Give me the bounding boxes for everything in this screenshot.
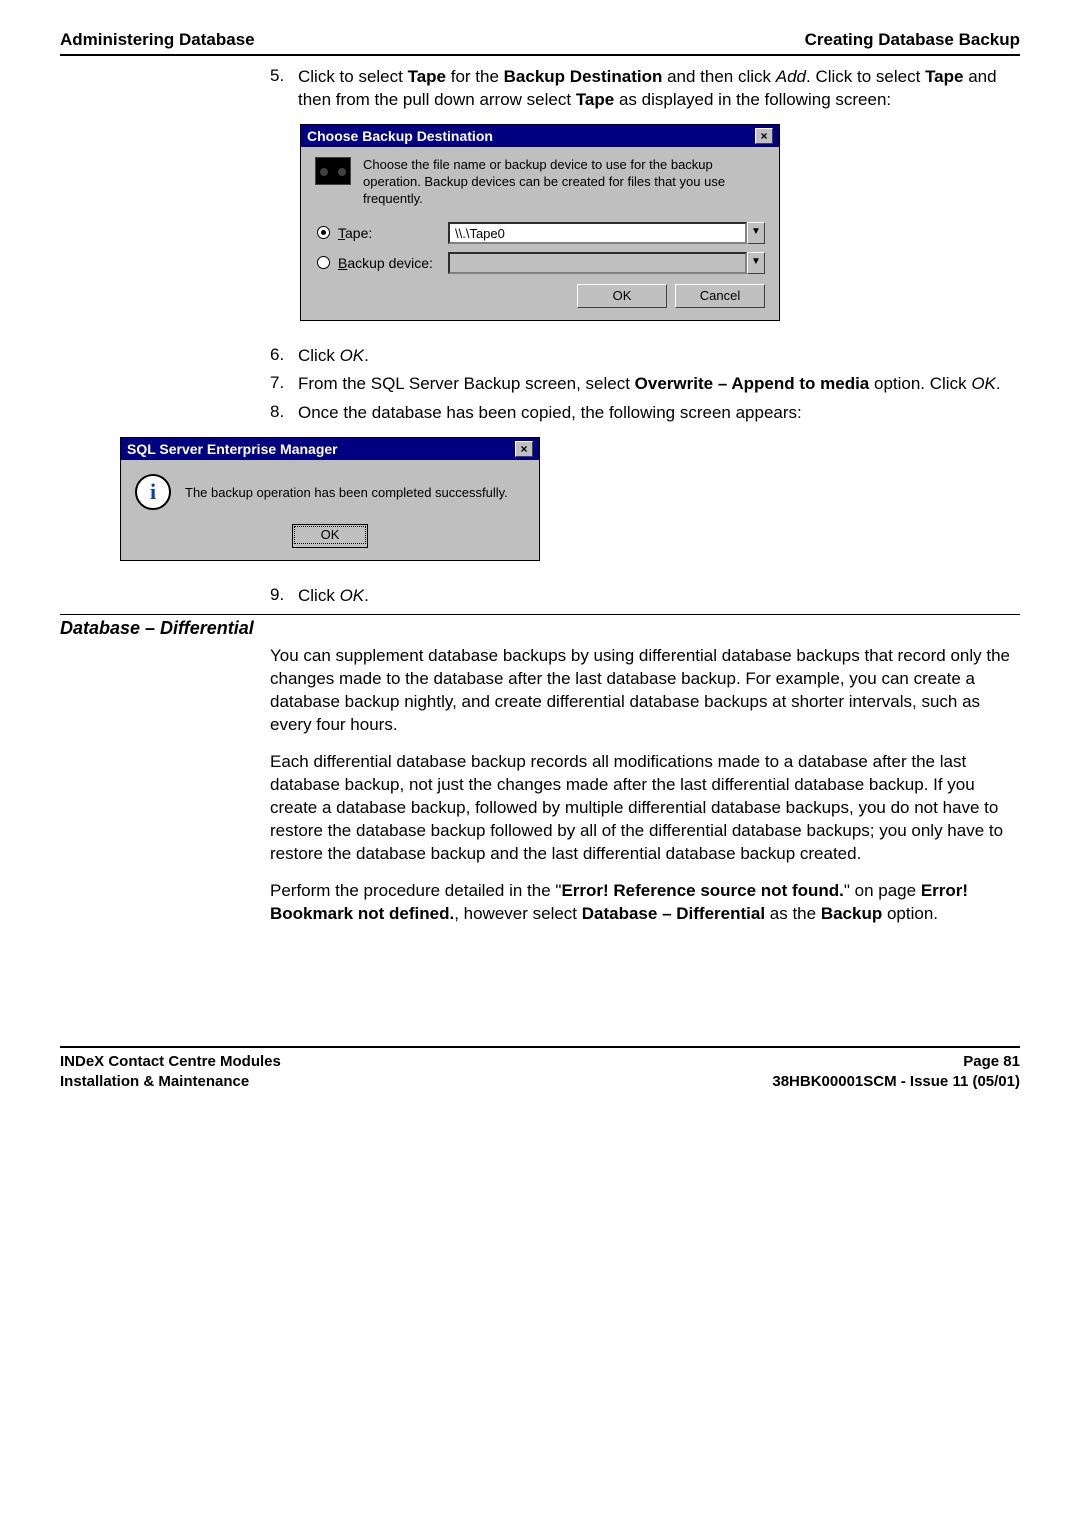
tape-device-icon: [315, 157, 351, 185]
dialog-message: The backup operation has been completed …: [185, 485, 508, 500]
ok-button[interactable]: OK: [577, 284, 667, 308]
footer-docid: 38HBK00001SCM - Issue 11 (05/01): [772, 1073, 1020, 1090]
tape-combo[interactable]: \\.\Tape0: [448, 222, 747, 244]
footer-page: Page 81: [963, 1053, 1020, 1070]
footer-product: INDeX Contact Centre Modules: [60, 1053, 281, 1070]
chevron-down-icon: ▼: [747, 252, 765, 274]
step-7-text: From the SQL Server Backup screen, selec…: [298, 373, 1020, 396]
section-heading: Database – Differential: [60, 614, 1020, 639]
step-8-number: 8.: [270, 402, 298, 425]
dialog-description: Choose the file name or backup device to…: [363, 157, 765, 208]
page-footer: INDeX Contact Centre Modules Installatio…: [60, 1046, 1020, 1093]
paragraph-1: You can supplement database backups by u…: [270, 645, 1020, 737]
tape-radio-label: Tape:: [338, 225, 448, 241]
dialog-titlebar: Choose Backup Destination ×: [301, 125, 779, 147]
page-header: Administering Database Creating Database…: [60, 30, 1020, 56]
step-9-number: 9.: [270, 585, 298, 608]
dialog-title: Choose Backup Destination: [307, 128, 493, 144]
header-left: Administering Database: [60, 30, 255, 50]
step-9: 9. Click OK.: [270, 585, 1020, 608]
step-5-text: Click to select Tape for the Backup Dest…: [298, 66, 1020, 112]
step-8: 8. Once the database has been copied, th…: [270, 402, 1020, 425]
step-7: 7. From the SQL Server Backup screen, se…: [270, 373, 1020, 396]
close-icon[interactable]: ×: [515, 441, 533, 457]
step-6: 6. Click OK.: [270, 345, 1020, 368]
close-icon[interactable]: ×: [755, 128, 773, 144]
backup-device-combo: [448, 252, 747, 274]
header-right: Creating Database Backup: [805, 30, 1020, 50]
step-9-text: Click OK.: [298, 585, 1020, 608]
dialog-title: SQL Server Enterprise Manager: [127, 441, 338, 457]
ok-button[interactable]: OK: [292, 524, 368, 548]
paragraph-2: Each differential database backup record…: [270, 751, 1020, 866]
info-icon: i: [135, 474, 171, 510]
cancel-button[interactable]: Cancel: [675, 284, 765, 308]
backup-device-radio[interactable]: [317, 256, 330, 269]
choose-backup-destination-dialog: Choose Backup Destination × Choose the f…: [300, 124, 780, 321]
step-8-text: Once the database has been copied, the f…: [298, 402, 1020, 425]
backup-device-radio-label: Backup device:: [338, 255, 448, 271]
step-6-number: 6.: [270, 345, 298, 368]
step-6-text: Click OK.: [298, 345, 1020, 368]
step-7-number: 7.: [270, 373, 298, 396]
step-5-number: 5.: [270, 66, 298, 112]
chevron-down-icon[interactable]: ▼: [747, 222, 765, 244]
tape-radio[interactable]: [317, 226, 330, 239]
dialog-titlebar: SQL Server Enterprise Manager ×: [121, 438, 539, 460]
sql-server-enterprise-manager-dialog: SQL Server Enterprise Manager × i The ba…: [120, 437, 540, 561]
step-5: 5. Click to select Tape for the Backup D…: [270, 66, 1020, 112]
footer-subtitle: Installation & Maintenance: [60, 1073, 249, 1090]
paragraph-3: Perform the procedure detailed in the "E…: [270, 880, 1020, 926]
